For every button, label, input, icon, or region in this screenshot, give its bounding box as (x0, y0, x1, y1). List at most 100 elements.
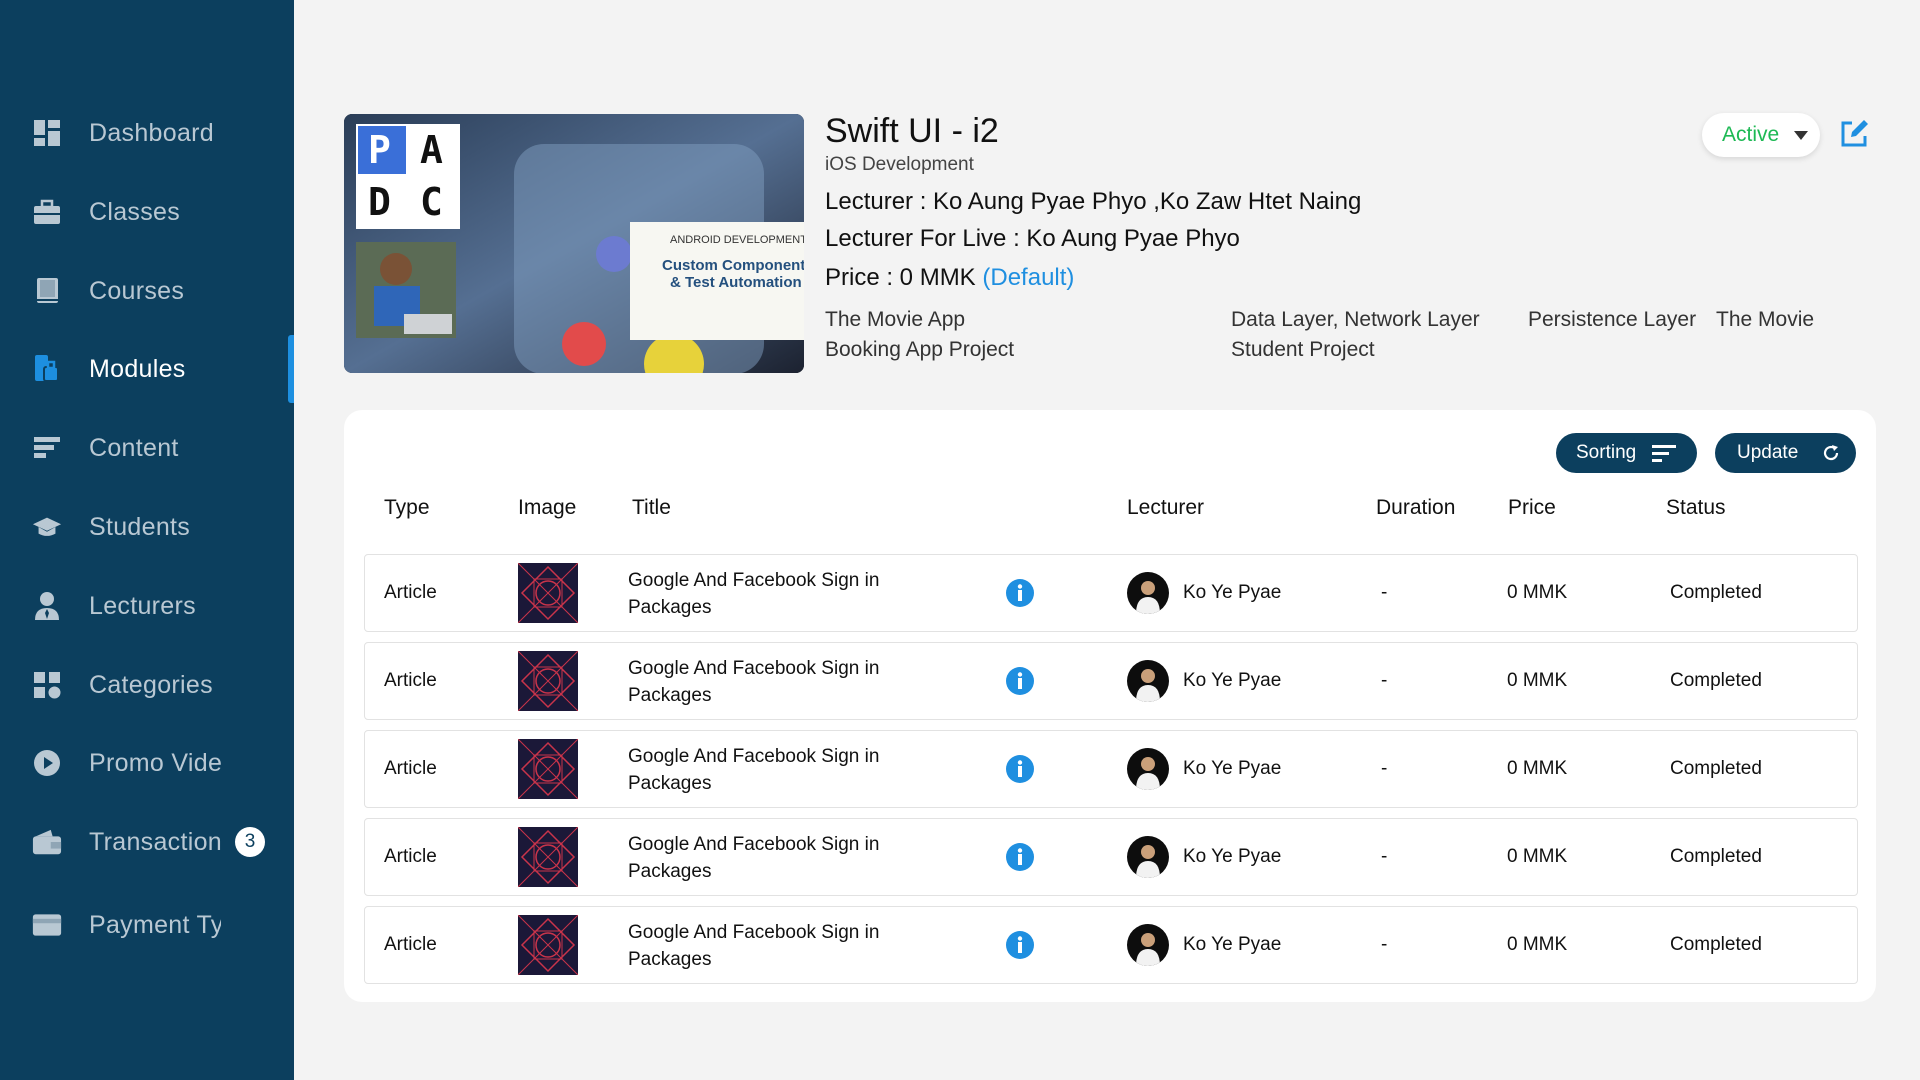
edit-icon[interactable] (1838, 118, 1870, 150)
status-dropdown[interactable]: Active (1702, 113, 1820, 157)
sidebar-item-classes[interactable]: Classes (0, 180, 294, 244)
course-tag: The Movie App Booking App Project (825, 308, 1015, 361)
row-thumbnail (518, 827, 578, 887)
info-icon[interactable] (1005, 754, 1035, 784)
row-price: 0 MMK (1507, 758, 1568, 779)
column-header-duration[interactable]: Duration (1376, 496, 1455, 520)
sidebar-item-courses[interactable]: Courses (0, 259, 294, 323)
course-tag: Persistence Layer (1528, 308, 1697, 331)
sidebar-item-students[interactable]: Students (0, 495, 294, 559)
row-title: Google And Facebook Sign in Packages (628, 922, 880, 970)
sidebar-item-label: Modules (89, 354, 186, 383)
row-type: Article (384, 670, 437, 691)
course-title: Swift UI - i2 (825, 112, 999, 150)
sidebar-item-lecturers[interactable]: Lecturers (0, 574, 294, 638)
avatar (1127, 924, 1169, 966)
sidebar-item-content[interactable]: Content (0, 416, 294, 480)
content-icon (32, 433, 62, 463)
column-header-lecturer[interactable]: Lecturer (1127, 496, 1204, 520)
row-type: Article (384, 934, 437, 955)
sidebar-item-modules[interactable]: Modules (0, 335, 294, 403)
update-button[interactable]: Update (1715, 433, 1856, 473)
row-price: 0 MMK (1507, 934, 1568, 955)
sorting-button-label: Sorting (1576, 442, 1637, 463)
sidebar-item-label: Content (89, 433, 179, 462)
sidebar-item-payment-types[interactable]: Payment Types (0, 893, 294, 957)
course-live-lecturer: Lecturer For Live : Ko Aung Pyae Phyo (825, 225, 1240, 252)
card-icon (32, 910, 62, 940)
sidebar-item-label: Classes (89, 197, 181, 226)
row-status: Completed (1670, 670, 1762, 691)
cover-banner-top: ANDROID DEVELOPMENT (670, 234, 804, 246)
course-tag: The Movie (1716, 308, 1815, 331)
row-title: Google And Facebook Sign in Packages (628, 834, 880, 882)
notification-badge: 3 (235, 827, 265, 857)
table-row[interactable]: Article Google And Facebook Sign in Pack… (364, 906, 1858, 984)
course-tag: Data Layer, Network Layer Student Projec… (1231, 308, 1480, 361)
row-type: Article (384, 846, 437, 867)
row-type: Article (384, 758, 437, 779)
play-icon (32, 748, 62, 778)
row-lecturer: Ko Ye Pyae (1183, 846, 1282, 867)
row-status: Completed (1670, 846, 1762, 867)
row-lecturer: Ko Ye Pyae (1183, 582, 1282, 603)
sidebar-item-dashboard[interactable]: Dashboard (0, 101, 294, 165)
cover-banner-line1: Custom Components (662, 257, 804, 274)
column-header-price[interactable]: Price (1508, 496, 1556, 520)
active-indicator (288, 335, 294, 403)
update-button-label: Update (1737, 442, 1799, 463)
sidebar-item-promo-videos[interactable]: Promo Videos (0, 731, 294, 795)
row-status: Completed (1670, 758, 1762, 779)
column-header-status[interactable]: Status (1666, 496, 1726, 520)
refresh-icon (1823, 445, 1839, 461)
row-duration: - (1381, 670, 1388, 691)
table-row[interactable]: Article Google And Facebook Sign in Pack… (364, 642, 1858, 720)
avatar (1127, 572, 1169, 614)
price-default-label: (Default) (982, 264, 1075, 291)
row-thumbnail (518, 739, 578, 799)
cover-letter: P (368, 128, 391, 172)
row-duration: - (1381, 846, 1388, 867)
row-thumbnail (518, 563, 578, 623)
row-status: Completed (1670, 934, 1762, 955)
sidebar-item-categories[interactable]: Categories (0, 653, 294, 717)
sidebar-item-label: Payment Types (89, 910, 221, 939)
info-icon[interactable] (1005, 842, 1035, 872)
column-header-title[interactable]: Title (632, 496, 671, 520)
row-title: Google And Facebook Sign in Packages (628, 570, 880, 618)
sidebar-item-transactions[interactable]: Transactions 3 (0, 810, 294, 874)
info-icon[interactable] (1005, 578, 1035, 608)
graduation-cap-icon (32, 512, 62, 542)
table-row[interactable]: Article Google And Facebook Sign in Pack… (364, 818, 1858, 896)
course-category: iOS Development (825, 154, 974, 175)
sidebar-item-label: Students (89, 512, 191, 541)
column-header-type[interactable]: Type (384, 496, 430, 520)
status-dropdown-value: Active (1722, 123, 1780, 146)
table-row[interactable]: Article Google And Facebook Sign in Pack… (364, 730, 1858, 808)
row-lecturer: Ko Ye Pyae (1183, 758, 1282, 779)
table-row[interactable]: Article Google And Facebook Sign in Pack… (364, 554, 1858, 632)
sort-icon (1652, 445, 1676, 462)
course-lecturers: Lecturer : Ko Aung Pyae Phyo ,Ko Zaw Hte… (825, 188, 1362, 215)
info-icon[interactable] (1005, 930, 1035, 960)
sidebar-item-label: Promo Videos (89, 748, 221, 777)
sorting-button[interactable]: Sorting (1556, 433, 1697, 473)
lecturer-icon (32, 591, 62, 621)
caret-down-icon (1794, 131, 1808, 140)
row-title: Google And Facebook Sign in Packages (628, 658, 880, 706)
row-type: Article (384, 582, 437, 603)
row-duration: - (1381, 934, 1388, 955)
info-icon[interactable] (1005, 666, 1035, 696)
modules-icon (32, 354, 62, 384)
column-header-image[interactable]: Image (518, 496, 576, 520)
cover-letter: D (368, 180, 391, 224)
briefcase-icon (32, 197, 62, 227)
book-icon (32, 276, 62, 306)
row-lecturer: Ko Ye Pyae (1183, 670, 1282, 691)
sidebar-item-label: Lecturers (89, 591, 196, 620)
dashboard-icon (32, 118, 62, 148)
sidebar-item-label: Dashboard (89, 118, 215, 147)
row-price: 0 MMK (1507, 846, 1568, 867)
row-lecturer: Ko Ye Pyae (1183, 934, 1282, 955)
avatar (1127, 660, 1169, 702)
